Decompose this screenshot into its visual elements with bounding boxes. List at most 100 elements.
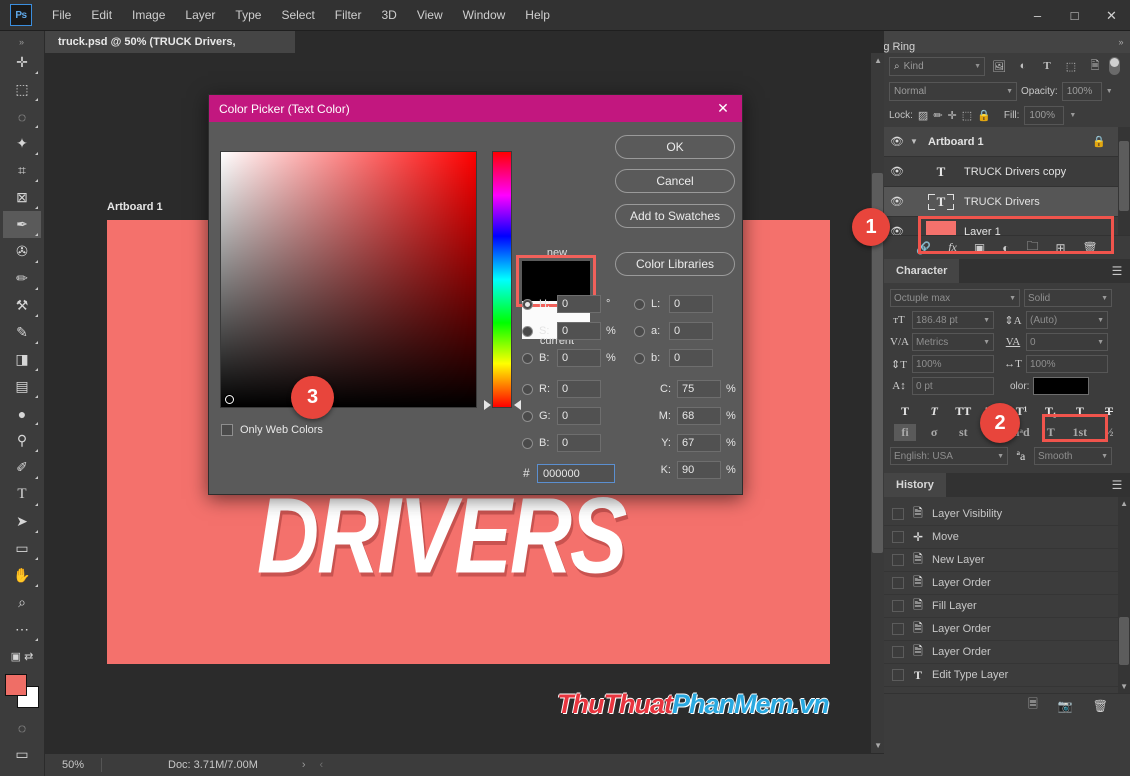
history-item[interactable]: 🗎 Fill Layer — [884, 595, 1130, 618]
menu-filter[interactable]: Filter — [325, 0, 372, 31]
menu-view[interactable]: View — [407, 0, 453, 31]
lock-image-icon[interactable]: ✏ — [933, 109, 942, 122]
blur-tool[interactable]: ● — [3, 400, 41, 427]
kerning-input[interactable]: Metrics ▼ — [912, 333, 994, 351]
saturation-input[interactable]: 0 — [557, 322, 601, 340]
toolbar-grip[interactable]: » — [0, 35, 44, 49]
close-icon[interactable]: ✕ — [712, 95, 734, 122]
menu-window[interactable]: Window — [453, 0, 516, 31]
gradient-tool[interactable]: ▤ — [3, 373, 41, 400]
lab-l-input[interactable]: 0 — [669, 295, 713, 313]
magenta-input[interactable]: 68 — [677, 407, 721, 425]
path-selection-tool[interactable]: ➤ — [3, 508, 41, 535]
scroll-down-icon[interactable]: ▼ — [1120, 682, 1128, 691]
eye-icon[interactable]: 👁 — [884, 135, 910, 148]
brush-tool[interactable]: ✏ — [3, 265, 41, 292]
rectangle-tool[interactable]: ▭ — [3, 535, 41, 562]
text-color-swatch[interactable] — [1033, 377, 1089, 395]
clone-stamp-tool[interactable]: ⚒ — [3, 292, 41, 319]
history-snapshot-checkbox[interactable] — [892, 646, 904, 658]
yellow-field-row[interactable]: Y: 67 % — [649, 433, 736, 453]
history-item[interactable]: T Edit Type Layer — [884, 664, 1130, 687]
hue-slider-handle-right[interactable] — [514, 400, 521, 410]
discretionary-ligatures-button[interactable]: st — [952, 424, 974, 441]
faux-italic-button[interactable]: T — [923, 403, 945, 420]
leading-input[interactable]: (Auto) ▼ — [1026, 311, 1108, 329]
menu-file[interactable]: File — [42, 0, 81, 31]
history-item[interactable]: 🗎 Layer Visibility — [884, 503, 1130, 526]
history-item[interactable]: ✛ Move — [884, 526, 1130, 549]
hue-slider-handle-left[interactable] — [484, 400, 491, 410]
smartobject-filter-icon[interactable]: 🗎 — [1085, 57, 1105, 76]
ok-button[interactable]: OK — [615, 135, 735, 159]
screen-mode-icon[interactable]: ▭ — [3, 741, 41, 768]
status-expand-icon[interactable]: › — [302, 759, 306, 771]
scrollbar-thumb[interactable] — [1119, 141, 1129, 211]
vertical-scale-input[interactable]: 100% — [912, 355, 994, 373]
panel-menu-icon[interactable]: ☰ — [1104, 259, 1130, 283]
blue-radio[interactable] — [522, 438, 533, 449]
hue-field-row[interactable]: H: 0 ° — [522, 294, 610, 314]
history-item[interactable]: 🗎 Layer Order — [884, 572, 1130, 595]
history-brush-tool[interactable]: ✎ — [3, 319, 41, 346]
eyedropper-tool[interactable]: ✒ — [3, 211, 41, 238]
type-tool[interactable]: T — [3, 481, 41, 508]
red-input[interactable]: 0 — [557, 380, 601, 398]
language-select[interactable]: English: USA ▼ — [890, 447, 1008, 465]
contextual-alternates-button[interactable]: σ — [923, 424, 945, 441]
layer-row-truck-drivers[interactable]: 👁 T TRUCK Drivers — [884, 187, 1130, 217]
yellow-input[interactable]: 67 — [677, 434, 721, 452]
filter-toggle[interactable] — [1109, 57, 1120, 75]
menu-edit[interactable]: Edit — [81, 0, 122, 31]
crop-tool[interactable]: ⌗ — [3, 157, 41, 184]
fill-input[interactable]: 100% — [1024, 106, 1064, 125]
dialog-title-bar[interactable]: Color Picker (Text Color) ✕ — [209, 95, 742, 122]
scroll-up-icon[interactable]: ▲ — [1120, 499, 1128, 508]
new-snapshot-icon[interactable]: 📷 — [1058, 699, 1073, 713]
opacity-input[interactable]: 100% — [1062, 82, 1102, 101]
red-field-row[interactable]: R: 0 — [522, 379, 601, 399]
faux-bold-button[interactable]: T — [894, 403, 916, 420]
quick-mask-icon[interactable]: ◌ — [3, 714, 41, 741]
history-item[interactable]: 🗎 Layer Order — [884, 618, 1130, 641]
history-snapshot-checkbox[interactable] — [892, 669, 904, 681]
menu-select[interactable]: Select — [271, 0, 324, 31]
baseline-shift-input[interactable]: 0 pt — [912, 377, 994, 395]
history-scrollbar[interactable]: ▲ ▼ — [1118, 497, 1130, 693]
saturation-radio[interactable] — [522, 326, 533, 337]
move-tool[interactable]: ✛ — [3, 49, 41, 76]
tracking-input[interactable]: 0 ▼ — [1026, 333, 1108, 351]
zoom-level[interactable]: 50% — [45, 759, 93, 771]
lock-artboard-icon[interactable]: ⬚ — [962, 109, 972, 122]
magenta-field-row[interactable]: M: 68 % — [649, 406, 736, 426]
lab-l-field-row[interactable]: L: 0 — [634, 294, 713, 314]
add-to-swatches-button[interactable]: Add to Swatches — [615, 204, 735, 228]
eye-icon[interactable]: 👁 — [884, 165, 910, 178]
adjustment-filter-icon[interactable]: ◐ — [1013, 57, 1033, 76]
hue-input[interactable]: 0 — [557, 295, 601, 313]
canvas-vertical-scrollbar[interactable]: ▲ ▼ — [871, 53, 884, 753]
type-filter-icon[interactable]: T — [1037, 57, 1057, 76]
history-snapshot-checkbox[interactable] — [892, 600, 904, 612]
brightness-input[interactable]: 0 — [557, 349, 601, 367]
history-snapshot-checkbox[interactable] — [892, 508, 904, 520]
standard-ligatures-button[interactable]: fi — [894, 424, 916, 441]
layers-scrollbar[interactable] — [1118, 127, 1130, 235]
edit-toolbar-icon[interactable]: ▣ ⇄ — [3, 643, 41, 670]
more-tools-button[interactable]: ⋯ — [3, 616, 41, 643]
hand-tool[interactable]: ✋ — [3, 562, 41, 589]
lab-b-input[interactable]: 0 — [669, 349, 713, 367]
font-style-select[interactable]: Solid ▼ — [1024, 289, 1112, 307]
brightness-field-row[interactable]: B: 0 % — [522, 348, 616, 368]
lock-all-icon[interactable]: 🔒 — [977, 109, 991, 122]
hue-radio[interactable] — [522, 299, 533, 310]
menu-layer[interactable]: Layer — [175, 0, 225, 31]
lab-a-radio[interactable] — [634, 326, 645, 337]
green-radio[interactable] — [522, 411, 533, 422]
black-field-row[interactable]: K: 90 % — [649, 460, 736, 480]
image-filter-icon[interactable]: 🖼 — [989, 57, 1009, 76]
new-document-from-state-icon[interactable]: 🗏 — [1028, 695, 1038, 716]
lasso-tool[interactable]: ◌ — [3, 103, 41, 130]
font-family-select[interactable]: Octuple max ▼ — [890, 289, 1020, 307]
layer-filter-kind-select[interactable]: ⌕ Kind ▼ — [889, 57, 985, 76]
